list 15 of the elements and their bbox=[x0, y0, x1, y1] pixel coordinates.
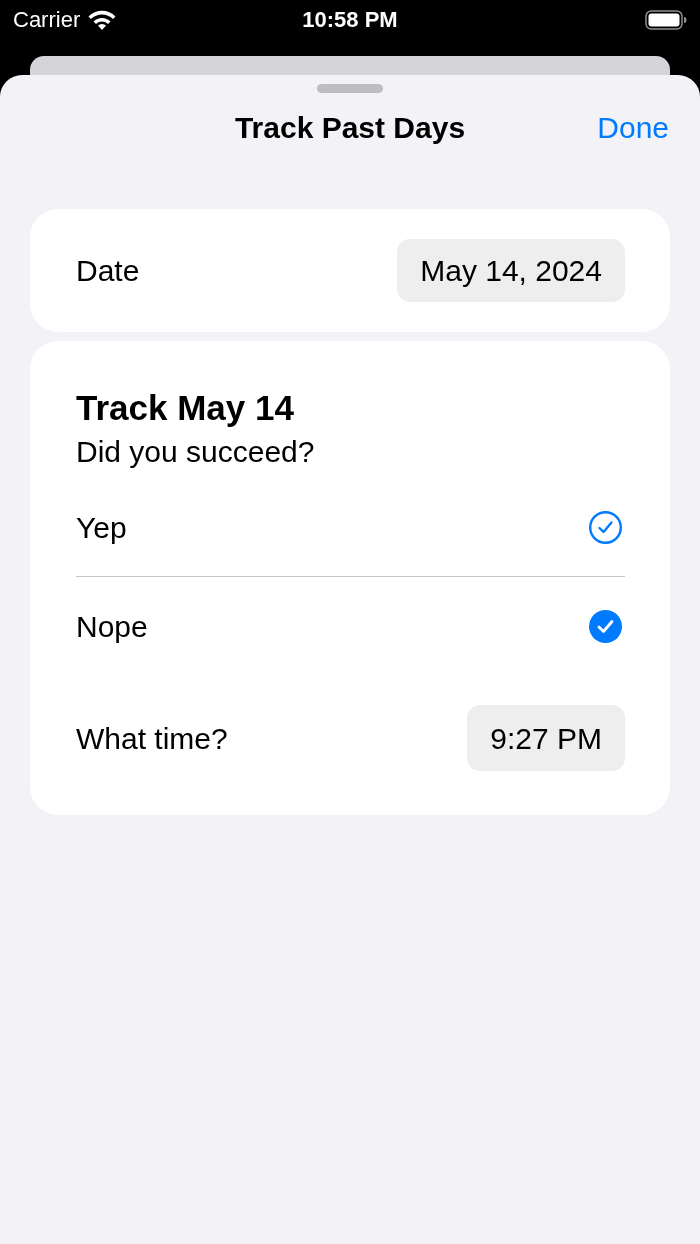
battery-icon bbox=[645, 10, 687, 30]
answer-option[interactable]: Nope bbox=[76, 577, 625, 675]
time-picker-button[interactable]: 9:27 PM bbox=[467, 705, 625, 771]
date-label: Date bbox=[76, 253, 140, 289]
sheet-title: Track Past Days bbox=[234, 112, 466, 143]
question-text: Did you succeed? bbox=[76, 435, 316, 469]
date-picker-button[interactable]: May 14, 2024 bbox=[397, 239, 625, 302]
status-time: 10:58 PM bbox=[302, 9, 398, 31]
wifi-icon bbox=[87, 9, 118, 31]
time-label: What time? bbox=[76, 720, 228, 757]
done-button[interactable]: Done bbox=[597, 112, 669, 143]
grabber-handle[interactable] bbox=[317, 84, 383, 93]
answer-option[interactable]: Yep bbox=[76, 478, 625, 576]
track-title: Track May 14 bbox=[76, 387, 295, 429]
carrier-label: Carrier bbox=[13, 9, 81, 31]
